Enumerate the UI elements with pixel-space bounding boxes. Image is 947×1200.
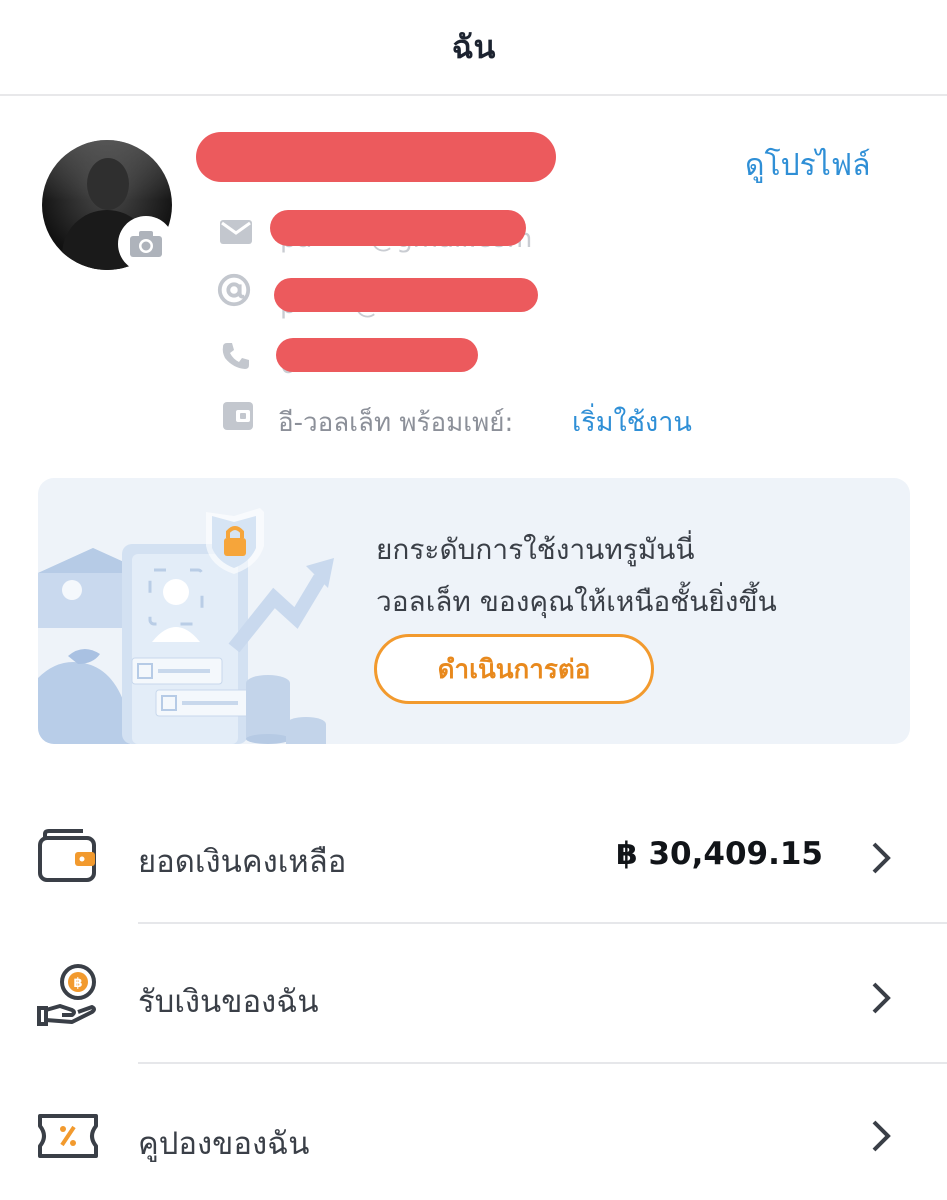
camera-icon <box>130 231 162 257</box>
svg-text:฿: ฿ <box>73 976 82 991</box>
ewallet-label: อี-วอลเล็ท พร้อมเพย์: <box>278 408 514 438</box>
at-icon-wrap <box>216 272 252 308</box>
continue-button[interactable]: ดำเนินการต่อ <box>374 634 654 704</box>
mail-icon-wrap <box>218 214 254 250</box>
phone-icon <box>222 343 249 369</box>
upgrade-illustration <box>38 508 334 744</box>
avatar-head <box>87 158 129 210</box>
banner-message: ยกระดับการใช้งานทรูมันนี่ วอลเล็ท ของคุณ… <box>376 524 777 628</box>
redacted-name <box>196 132 556 182</box>
menu-divider <box>138 922 947 924</box>
chevron-right-icon <box>872 842 891 874</box>
wallet-icon-wrap <box>36 824 100 888</box>
ewallet-start-link[interactable]: เริ่มใช้งาน <box>572 400 692 443</box>
at-icon <box>217 273 251 307</box>
menu-item-coupons[interactable]: คูปองของฉัน <box>0 1066 947 1200</box>
menu-label-receive-money: รับเงินของฉัน <box>138 984 319 1020</box>
redacted-email <box>270 210 526 246</box>
banner-line-2: วอลเล็ท ของคุณให้เหนือชั้นยิ่งขึ้น <box>376 585 777 618</box>
mail-icon <box>220 220 252 244</box>
menu-label-coupons: คูปองของฉัน <box>138 1126 310 1162</box>
receive-money-icon: ฿ <box>37 964 96 1026</box>
menu-label-balance: ยอดเงินคงเหลือ <box>138 844 347 880</box>
redacted-phone <box>276 338 478 372</box>
coupon-icon <box>38 1114 98 1158</box>
menu-item-balance[interactable]: ยอดเงินคงเหลือ ฿ 30,409.15 <box>0 786 947 926</box>
redacted-id <box>274 278 538 312</box>
top-bar: ฉัน <box>0 0 947 96</box>
page-title: ฉัน <box>451 27 496 66</box>
balance-amount: ฿ 30,409.15 <box>616 836 823 872</box>
wallet-card-icon-wrap <box>220 398 256 434</box>
view-profile-link[interactable]: ดูโปรไฟล์ <box>745 142 870 189</box>
menu-divider <box>138 1062 947 1064</box>
receive-money-icon-wrap: ฿ <box>36 962 100 1026</box>
phone-icon-wrap <box>218 338 254 374</box>
wallet-card-icon <box>223 402 253 430</box>
wallet-icon <box>38 829 96 882</box>
chevron-right-icon <box>872 982 891 1014</box>
banner-line-1: ยกระดับการใช้งานทรูมันนี่ <box>376 533 695 566</box>
chevron-right-icon <box>872 1120 891 1152</box>
coupon-icon-wrap <box>36 1104 100 1168</box>
menu-item-receive-money[interactable]: ฿ รับเงินของฉัน <box>0 926 947 1066</box>
change-photo-button[interactable] <box>118 216 174 272</box>
